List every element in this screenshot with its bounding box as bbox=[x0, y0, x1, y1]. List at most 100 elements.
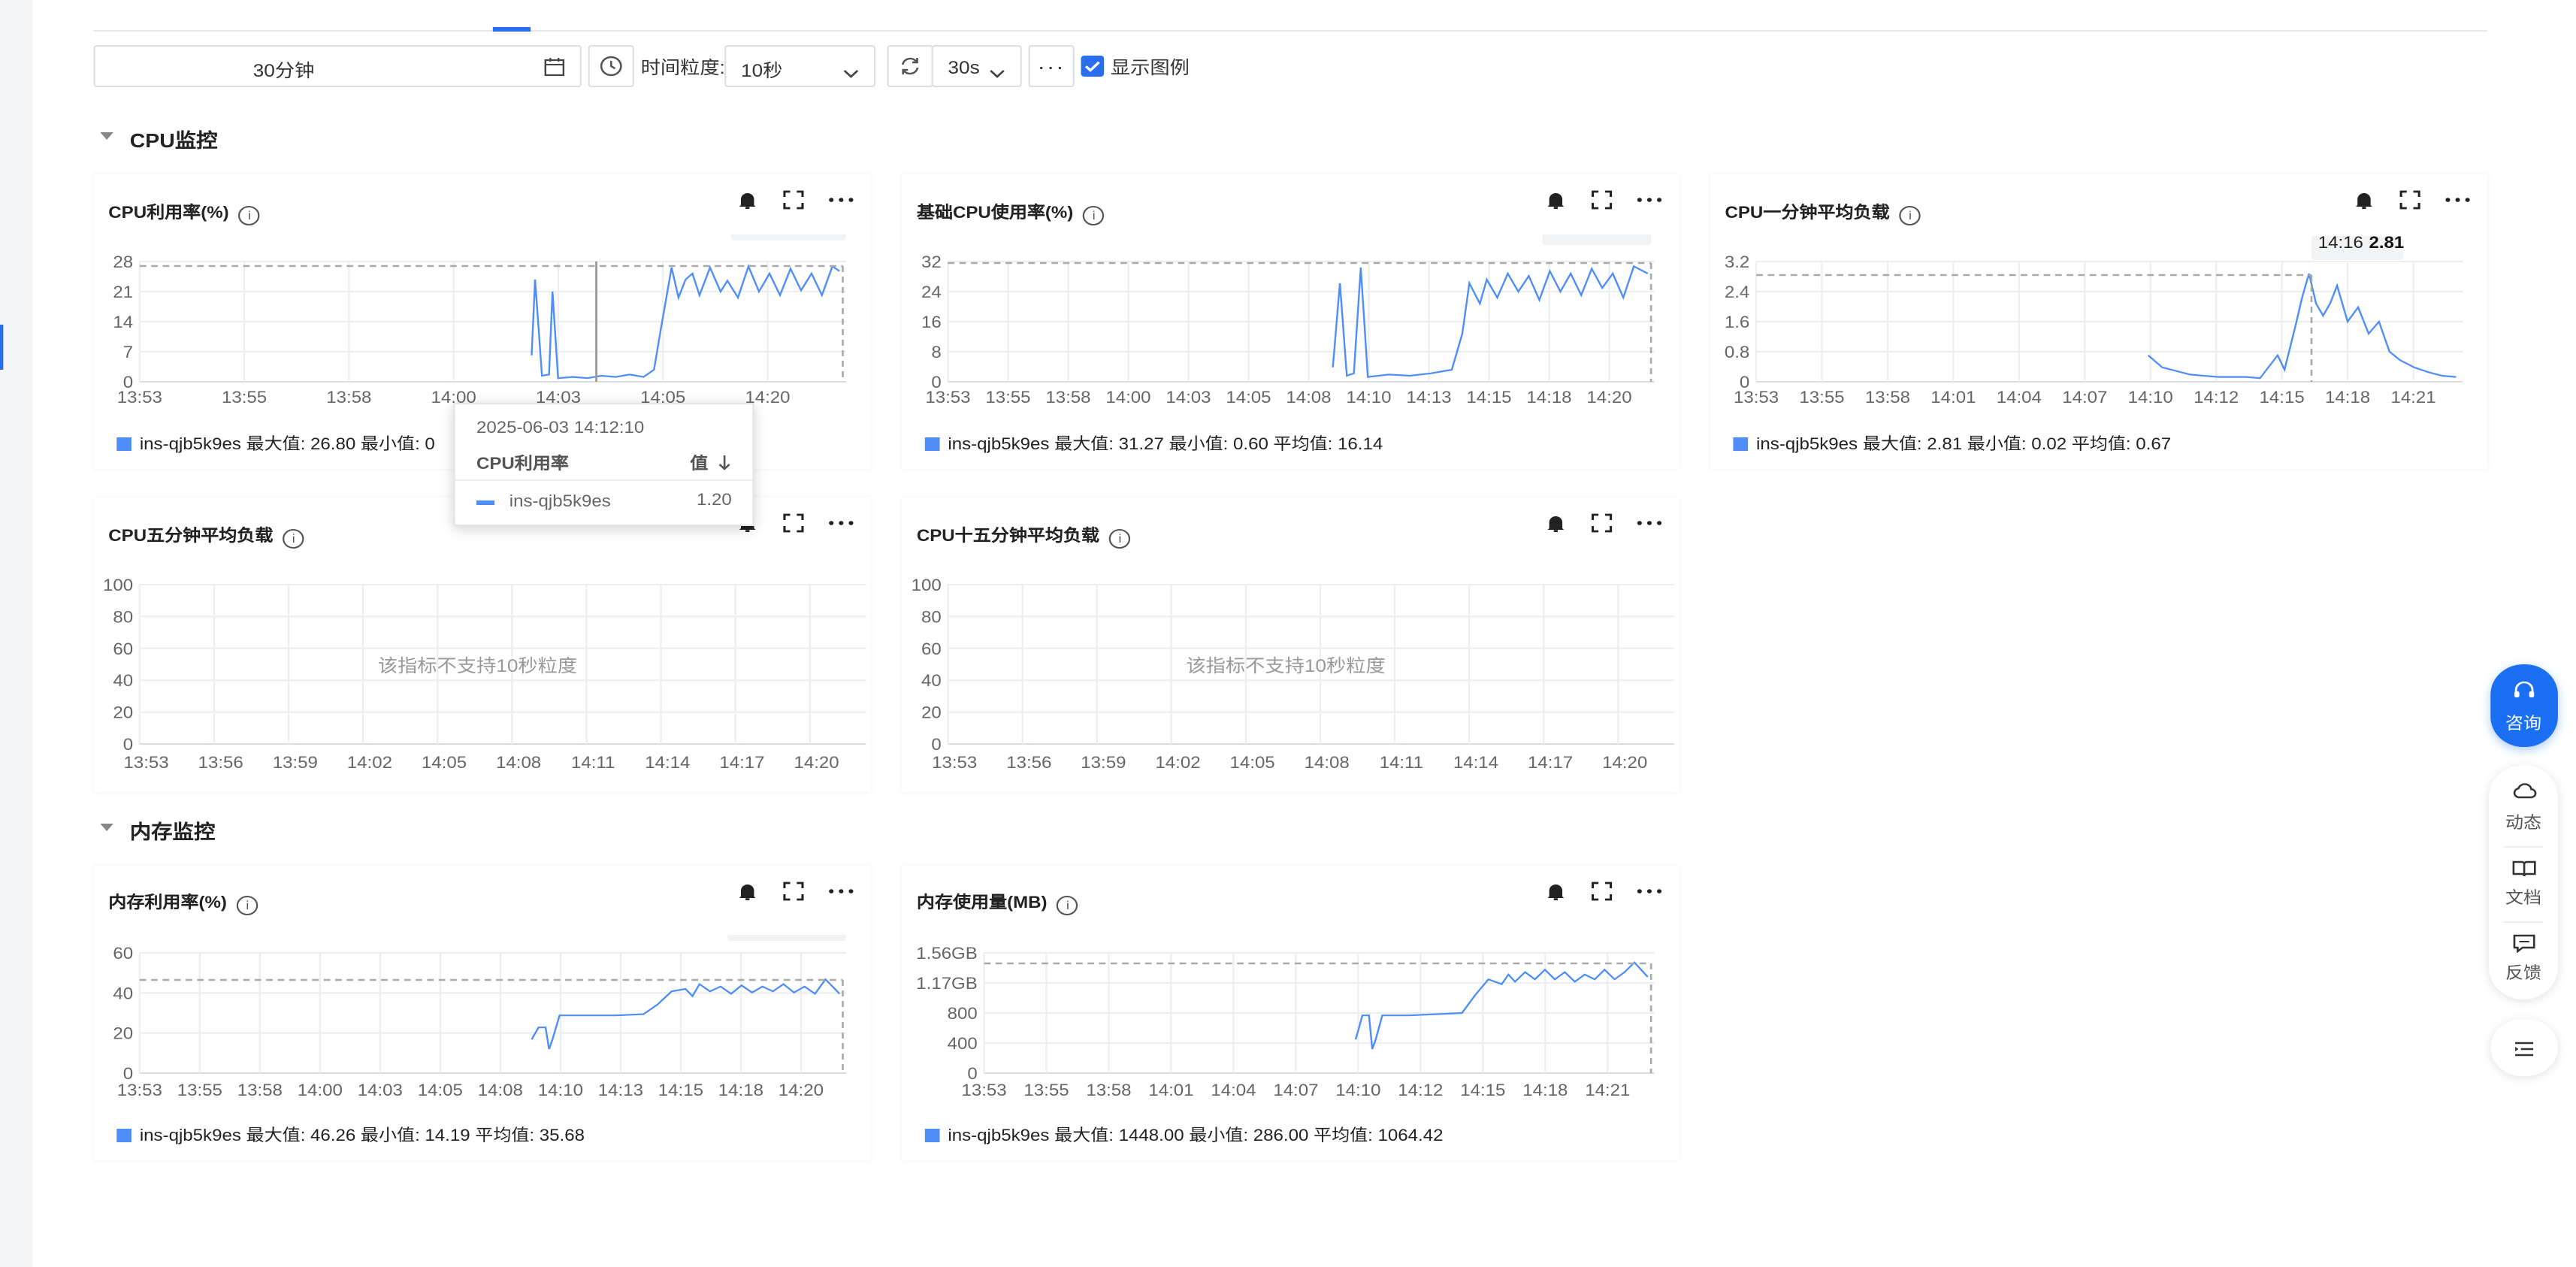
legend-stats: 最大值: 1448.00 最小值: 286.00 平均值: 1064.42 bbox=[1054, 1127, 1444, 1145]
granularity-value: 10秒 bbox=[740, 60, 783, 81]
memory-section-title[interactable]: 内存监控 bbox=[130, 816, 216, 845]
bell-icon[interactable] bbox=[1544, 513, 1568, 534]
x-tick-label: 13:58 bbox=[326, 388, 371, 407]
legend-swatch bbox=[924, 437, 940, 451]
series-line[interactable] bbox=[1354, 961, 1649, 1050]
tooltip-series-swatch bbox=[476, 500, 495, 505]
info-icon[interactable]: i bbox=[238, 206, 261, 225]
y-tick-label: 100 bbox=[912, 576, 942, 594]
chart-legend[interactable]: ins-qjb5k9es 最大值: 26.80 最小值: 0 bbox=[116, 431, 435, 455]
docs-button[interactable]: 文档 bbox=[2492, 854, 2554, 914]
x-tick-label: 14:08 bbox=[478, 1081, 523, 1099]
info-icon[interactable]: i bbox=[283, 529, 304, 549]
x-tick-label: 14:01 bbox=[1930, 388, 1976, 407]
memory-section-collapse-icon[interactable] bbox=[100, 824, 113, 831]
card-title: 内存利用率(%) i bbox=[108, 890, 259, 915]
fullscreen-icon[interactable] bbox=[782, 881, 806, 902]
cpu-section-collapse-icon[interactable] bbox=[100, 132, 113, 140]
time-history-button[interactable] bbox=[588, 45, 634, 87]
fullscreen-icon[interactable] bbox=[1590, 189, 1613, 210]
y-tick-label: 60 bbox=[921, 640, 942, 658]
fullscreen-icon[interactable] bbox=[1590, 881, 1613, 902]
series-line[interactable] bbox=[2147, 273, 2457, 379]
activity-button[interactable]: 动态 bbox=[2492, 776, 2554, 839]
x-tick-label: 14:04 bbox=[1997, 388, 2042, 407]
info-icon[interactable]: i bbox=[1899, 206, 1921, 225]
x-tick-label: 13:53 bbox=[117, 388, 162, 407]
more-icon[interactable] bbox=[1636, 881, 1662, 902]
refresh-interval-select[interactable]: 30s bbox=[931, 45, 1022, 87]
menu-icon bbox=[2514, 1039, 2535, 1057]
bell-icon[interactable] bbox=[1544, 189, 1568, 210]
refresh-button[interactable] bbox=[887, 45, 933, 87]
x-tick-label: 14:14 bbox=[645, 753, 690, 772]
x-tick-label: 13:55 bbox=[177, 1081, 222, 1099]
x-tick-label: 14:12 bbox=[1398, 1081, 1443, 1099]
info-icon[interactable]: i bbox=[1083, 206, 1105, 225]
chart-empty-message: 该指标不支持10秒粒度 bbox=[377, 655, 578, 676]
chart-card-load1: CPU一分钟平均负载 i 0 0.8 1.6 2.4 3.2 13:53 13:55 13:58… bbox=[1710, 174, 2487, 469]
fullscreen-icon[interactable] bbox=[1590, 513, 1613, 534]
more-icon[interactable] bbox=[828, 513, 854, 534]
fullscreen-icon[interactable] bbox=[782, 189, 806, 210]
time-range-value: 30分钟 bbox=[252, 60, 315, 81]
x-tick-label: 13:56 bbox=[198, 753, 243, 772]
time-range-picker[interactable]: 30分钟 bbox=[93, 45, 582, 87]
more-icon[interactable] bbox=[828, 881, 854, 902]
chevron-down-icon bbox=[989, 60, 1005, 78]
more-icon[interactable] bbox=[828, 189, 854, 210]
x-tick-label: 13:59 bbox=[1081, 753, 1126, 772]
cpu-section-title[interactable]: CPU监控 bbox=[130, 125, 218, 153]
chart-base-cpu: 0816243213:53 13:55 13:58 14:00 14:03 14:05 14… bbox=[921, 234, 1655, 407]
bell-icon[interactable] bbox=[736, 189, 759, 210]
checkbox-icon[interactable] bbox=[1081, 56, 1105, 77]
tab-divider bbox=[93, 30, 2487, 32]
bell-icon[interactable] bbox=[736, 881, 759, 902]
x-tick-label: 13:53 bbox=[117, 1081, 162, 1099]
x-tick-label: 13:53 bbox=[1734, 388, 1779, 407]
series-line[interactable] bbox=[531, 978, 841, 1050]
y-tick-label: 28 bbox=[113, 252, 133, 271]
legend-stats: 最大值: 31.27 最小值: 0.60 平均值: 16.14 bbox=[1054, 436, 1383, 454]
chevron-down-icon bbox=[843, 60, 860, 78]
x-tick-label: 14:15 bbox=[1460, 1081, 1505, 1099]
show-legend-label[interactable]: 显示图例 bbox=[1111, 54, 1190, 80]
x-tick-label: 14:11 bbox=[571, 753, 615, 772]
y-tick-label: 20 bbox=[921, 703, 942, 722]
more-icon[interactable] bbox=[1636, 189, 1662, 210]
y-tick-label: 400 bbox=[948, 1034, 978, 1053]
cloud-icon bbox=[2512, 780, 2537, 799]
more-icon[interactable] bbox=[2444, 189, 2470, 210]
chart-legend[interactable]: ins-qjb5k9es 最大值: 46.26 最小值: 14.19 平均值: … bbox=[116, 1123, 585, 1147]
card-title-text: 基础CPU使用率(%) bbox=[916, 204, 1074, 222]
bell-icon[interactable] bbox=[1544, 881, 1568, 902]
more-options-button[interactable]: ··· bbox=[1028, 45, 1075, 87]
y-tick-label: 1.56GB bbox=[916, 944, 978, 963]
sort-down-icon[interactable] bbox=[718, 452, 730, 470]
refresh-interval-value: 30s bbox=[948, 57, 980, 78]
chart-legend[interactable]: ins-qjb5k9es 最大值: 31.27 最小值: 0.60 平均值: 1… bbox=[924, 431, 1383, 455]
consult-button[interactable]: 咨询 bbox=[2490, 664, 2558, 747]
x-tick-label: 14:02 bbox=[347, 753, 392, 772]
chart-legend[interactable]: ins-qjb5k9es 最大值: 1448.00 最小值: 286.00 平均… bbox=[924, 1123, 1444, 1147]
fullscreen-icon[interactable] bbox=[2399, 189, 2422, 210]
info-icon[interactable]: i bbox=[237, 896, 259, 915]
feedback-button[interactable]: 反馈 bbox=[2492, 929, 2554, 989]
more-icon[interactable] bbox=[1636, 513, 1662, 534]
info-icon[interactable]: i bbox=[1057, 896, 1079, 915]
x-tick-label: 14:07 bbox=[1273, 1081, 1318, 1099]
chart-legend[interactable]: ins-qjb5k9es 最大值: 2.81 最小值: 0.02 平均值: 0.… bbox=[1733, 431, 2171, 455]
menu-button[interactable] bbox=[2490, 1019, 2558, 1076]
left-nav-rail bbox=[0, 0, 33, 1267]
y-tick-label: 60 bbox=[113, 640, 133, 658]
x-tick-label: 14:20 bbox=[1586, 388, 1631, 407]
info-icon[interactable]: i bbox=[1109, 529, 1131, 549]
granularity-select[interactable]: 10秒 bbox=[724, 45, 876, 87]
tooltip-value-header[interactable]: 值 bbox=[690, 451, 708, 475]
y-tick-label: 24 bbox=[921, 283, 942, 301]
bell-icon[interactable] bbox=[2353, 189, 2376, 210]
y-tick-label: 7 bbox=[123, 343, 133, 361]
y-tick-label: 21 bbox=[113, 283, 133, 301]
x-tick-label: 14:08 bbox=[1286, 388, 1331, 407]
fullscreen-icon[interactable] bbox=[782, 513, 806, 534]
